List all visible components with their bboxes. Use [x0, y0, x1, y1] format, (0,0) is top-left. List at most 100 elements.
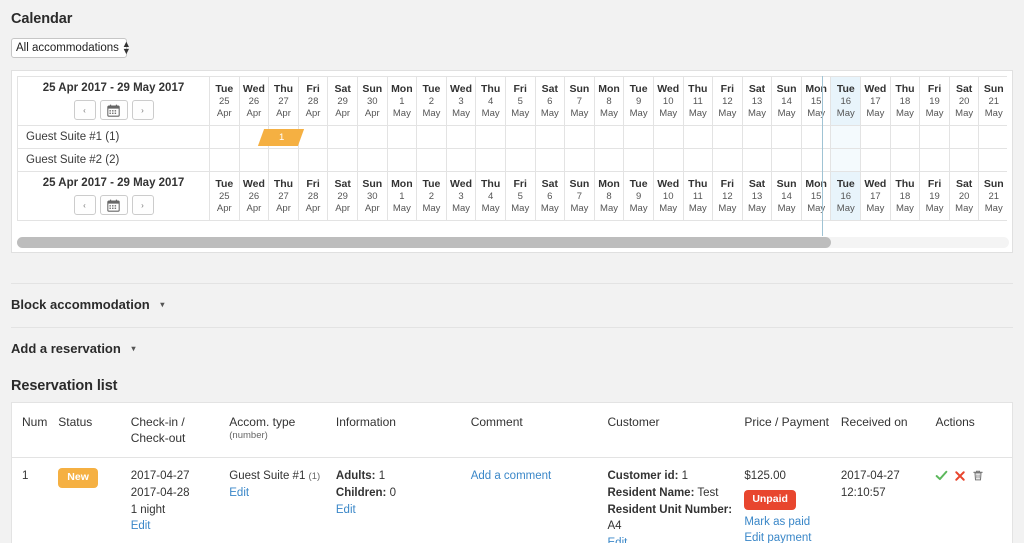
calendar-scrollbar-thumb[interactable]: [17, 237, 831, 248]
calendar-day-header-top-17[interactable]: Fri 12 May: [712, 76, 743, 126]
calendar-slot-r1-d3[interactable]: [297, 148, 329, 172]
calendar-slot-r1-d1[interactable]: [238, 148, 270, 172]
calendar-slot-r1-d4[interactable]: [327, 148, 358, 172]
calendar-day-header-top-14[interactable]: Tue 9 May: [623, 76, 654, 126]
calendar-slot-r1-d0[interactable]: [209, 148, 240, 172]
calendar-slot-r0-d7[interactable]: [416, 125, 447, 149]
calendar-day-header-top-23[interactable]: Thu 18 May: [889, 76, 921, 126]
calendar-horizontal-scrollbar[interactable]: [17, 237, 1009, 248]
calendar-day-header-bottom-14[interactable]: Tue 9 May: [623, 171, 654, 221]
calendar-day-header-bottom-6[interactable]: Mon 1 May: [386, 171, 418, 221]
calendar-room-label[interactable]: Guest Suite #1 (1): [17, 125, 210, 149]
calendar-slot-r0-d21[interactable]: [830, 125, 862, 149]
calendar-slot-r1-d26[interactable]: [978, 148, 1007, 172]
calendar-day-header-top-2[interactable]: Thu 27 Apr: [268, 76, 299, 126]
calendar-day-header-top-11[interactable]: Sat 6 May: [534, 76, 566, 126]
calendar-day-header-bottom-8[interactable]: Wed 3 May: [445, 171, 477, 221]
calendar-slot-r0-d5[interactable]: [356, 125, 388, 149]
calendar-day-header-top-24[interactable]: Fri 19 May: [919, 76, 950, 126]
block-accommodation-section-toggle[interactable]: Block accommodation ▾: [11, 283, 1013, 312]
calendar-day-header-top-15[interactable]: Wed 10 May: [652, 76, 684, 126]
calendar-slot-r1-d11[interactable]: [534, 148, 566, 172]
calendar-day-header-top-0[interactable]: Tue 25 Apr: [209, 76, 240, 126]
confirm-check-icon[interactable]: [935, 469, 948, 482]
calendar-day-header-bottom-21[interactable]: Tue 16 May: [830, 171, 862, 221]
calendar-today-button-bottom[interactable]: [99, 195, 128, 215]
calendar-slot-r1-d12[interactable]: [564, 148, 595, 172]
payment-status-badge[interactable]: Unpaid: [744, 490, 796, 510]
calendar-day-header-top-9[interactable]: Thu 4 May: [475, 76, 506, 126]
edit-payment-link[interactable]: Edit payment: [744, 532, 811, 543]
calendar-slot-r1-d21[interactable]: [830, 148, 862, 172]
calendar-day-header-bottom-3[interactable]: Fri 28 Apr: [297, 171, 329, 221]
calendar-slot-r0-d19[interactable]: [771, 125, 802, 149]
calendar-slot-r0-d24[interactable]: [919, 125, 950, 149]
calendar-day-header-top-4[interactable]: Sat 29 Apr: [327, 76, 358, 126]
calendar-slot-r0-d22[interactable]: [860, 125, 891, 149]
calendar-day-header-bottom-2[interactable]: Thu 27 Apr: [268, 171, 299, 221]
accommodation-filter-select[interactable]: All accommodations ▲ ▼: [11, 38, 131, 58]
calendar-slot-r1-d8[interactable]: [445, 148, 477, 172]
cancel-cross-icon[interactable]: [954, 470, 966, 482]
calendar-slot-r0-d9[interactable]: [475, 125, 506, 149]
calendar-slot-r1-d2[interactable]: [268, 148, 299, 172]
calendar-day-header-bottom-22[interactable]: Wed 17 May: [860, 171, 891, 221]
calendar-slot-r1-d14[interactable]: [623, 148, 654, 172]
calendar-day-header-top-18[interactable]: Sat 13 May: [741, 76, 773, 126]
calendar-day-header-bottom-1[interactable]: Wed 26 Apr: [238, 171, 270, 221]
calendar-slot-r0-d8[interactable]: [445, 125, 477, 149]
calendar-slot-r1-d15[interactable]: [652, 148, 684, 172]
calendar-slot-r1-d19[interactable]: [771, 148, 802, 172]
calendar-slot-r0-d15[interactable]: [652, 125, 684, 149]
calendar-day-header-top-21[interactable]: Tue 16 May: [830, 76, 862, 126]
calendar-day-header-top-8[interactable]: Wed 3 May: [445, 76, 477, 126]
calendar-day-header-bottom-20[interactable]: Mon 15 May: [800, 171, 832, 221]
calendar-day-header-top-13[interactable]: Mon 8 May: [593, 76, 625, 126]
calendar-day-header-top-16[interactable]: Thu 11 May: [682, 76, 714, 126]
calendar-day-header-top-22[interactable]: Wed 17 May: [860, 76, 891, 126]
calendar-day-header-bottom-26[interactable]: Sun 21 May: [978, 171, 1007, 221]
calendar-day-header-bottom-17[interactable]: Fri 12 May: [712, 171, 743, 221]
calendar-room-label[interactable]: Guest Suite #2 (2): [17, 148, 210, 172]
calendar-slot-r0-d25[interactable]: [948, 125, 980, 149]
add-reservation-section-toggle[interactable]: Add a reservation ▾: [11, 327, 1013, 356]
calendar-scroll-viewport[interactable]: 25 Apr 2017 - 29 May 2017 ‹ › Tue 25 Apr…: [17, 76, 1007, 236]
calendar-slot-r1-d13[interactable]: [593, 148, 625, 172]
calendar-day-header-bottom-13[interactable]: Mon 8 May: [593, 171, 625, 221]
calendar-slot-r1-d9[interactable]: [475, 148, 506, 172]
reservation-bar[interactable]: 1: [258, 129, 305, 146]
calendar-day-header-top-10[interactable]: Fri 5 May: [504, 76, 536, 126]
calendar-slot-r0-d26[interactable]: [978, 125, 1007, 149]
calendar-day-header-top-19[interactable]: Sun 14 May: [771, 76, 802, 126]
calendar-day-header-bottom-15[interactable]: Wed 10 May: [652, 171, 684, 221]
calendar-slot-r0-d10[interactable]: [504, 125, 536, 149]
calendar-slot-r1-d22[interactable]: [860, 148, 891, 172]
calendar-slot-r1-d25[interactable]: [948, 148, 980, 172]
calendar-slot-r0-d0[interactable]: [209, 125, 240, 149]
calendar-today-button-top[interactable]: [99, 100, 128, 120]
calendar-slot-r1-d18[interactable]: [741, 148, 773, 172]
edit-customer-link[interactable]: Edit: [608, 537, 628, 543]
calendar-slot-r1-d24[interactable]: [919, 148, 950, 172]
calendar-day-header-top-26[interactable]: Sun 21 May: [978, 76, 1007, 126]
calendar-slot-r0-d2[interactable]: 1: [258, 125, 305, 149]
calendar-slot-r0-d12[interactable]: [564, 125, 595, 149]
calendar-slot-r1-d20[interactable]: [800, 148, 832, 172]
calendar-day-header-top-3[interactable]: Fri 28 Apr: [297, 76, 329, 126]
calendar-slot-r1-d16[interactable]: [682, 148, 714, 172]
calendar-day-header-bottom-18[interactable]: Sat 13 May: [741, 171, 773, 221]
calendar-slot-r0-d4[interactable]: [327, 125, 358, 149]
calendar-day-header-bottom-0[interactable]: Tue 25 Apr: [209, 171, 240, 221]
calendar-slot-r1-d10[interactable]: [504, 148, 536, 172]
calendar-slot-r0-d14[interactable]: [623, 125, 654, 149]
calendar-day-header-top-1[interactable]: Wed 26 Apr: [238, 76, 270, 126]
edit-dates-link[interactable]: Edit: [131, 520, 151, 532]
calendar-slot-r1-d17[interactable]: [712, 148, 743, 172]
calendar-day-header-bottom-19[interactable]: Sun 14 May: [771, 171, 802, 221]
calendar-day-header-bottom-11[interactable]: Sat 6 May: [534, 171, 566, 221]
calendar-next-button-bottom[interactable]: ›: [131, 195, 154, 215]
calendar-day-header-top-5[interactable]: Sun 30 Apr: [356, 76, 388, 126]
calendar-day-header-top-20[interactable]: Mon 15 May: [800, 76, 832, 126]
calendar-day-header-bottom-7[interactable]: Tue 2 May: [416, 171, 447, 221]
calendar-day-header-bottom-12[interactable]: Sun 7 May: [564, 171, 595, 221]
